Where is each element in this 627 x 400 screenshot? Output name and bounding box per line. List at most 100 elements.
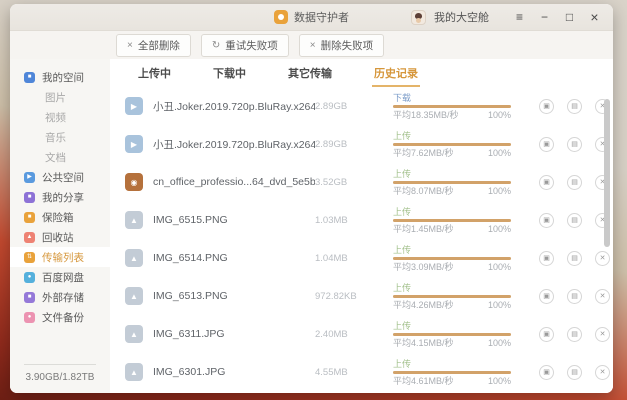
direction-label: 上传 xyxy=(393,359,511,369)
open-folder-icon[interactable]: ▣ xyxy=(539,251,554,266)
tab-3[interactable]: 历史记录 xyxy=(372,60,420,87)
scrollbar-thumb[interactable] xyxy=(604,99,610,247)
progress-bar xyxy=(393,257,511,260)
delete-record-icon[interactable]: ✕ xyxy=(595,365,610,380)
progress-percent: 100% xyxy=(488,376,511,386)
file-name: 小丑.Joker.2019.720p.BluRay.x264.AC3.mkv xyxy=(153,137,315,152)
sidebar-item-sub[interactable]: 音乐 xyxy=(10,127,110,147)
file-size: 2.89GB xyxy=(315,139,393,150)
sidebar-item-folder[interactable]: ■ 我的空间 xyxy=(10,67,110,87)
delete-record-icon[interactable]: ✕ xyxy=(595,289,610,304)
open-file-icon[interactable]: ▤ xyxy=(567,99,582,114)
direction-label: 上传 xyxy=(393,169,511,179)
row-actions: ▣ ▤ ✕ xyxy=(539,365,610,380)
sidebar-item-label: 音乐 xyxy=(45,130,66,145)
toolbar-button[interactable]: × 全部删除 xyxy=(116,34,191,57)
safe-icon: ■ xyxy=(24,212,35,223)
user-avatar[interactable] xyxy=(411,10,426,25)
open-folder-icon[interactable]: ▣ xyxy=(539,137,554,152)
progress-bar xyxy=(393,181,511,184)
transfer-row[interactable]: ▲ IMG_6513.PNG 972.82KB 上传 平均4.26MB/秒 10… xyxy=(110,277,613,315)
row-actions: ▣▤✕ xyxy=(539,99,610,114)
transfer-row[interactable]: ▶ 小丑.Joker.2019.720p.BluRay.x264.AC3.mkv… xyxy=(110,87,613,125)
sidebar-item-sub[interactable]: 图片 xyxy=(10,87,110,107)
sidebar-item-label: 外部存储 xyxy=(42,290,84,305)
file-name: 小丑.Joker.2019.720p.BluRay.x264.AC3.mkv xyxy=(153,99,315,114)
progress-bar xyxy=(393,333,511,336)
maximize-icon[interactable]: □ xyxy=(561,9,578,26)
open-folder-icon[interactable]: ▣ xyxy=(539,289,554,304)
menu-icon[interactable]: ≡ xyxy=(511,9,528,26)
sidebar-item-cloud[interactable]: ● 百度网盘 xyxy=(10,267,110,287)
folder-icon: ■ xyxy=(24,72,35,83)
open-file-icon[interactable]: ▤ xyxy=(567,175,582,190)
transfer-row[interactable]: ◉ cn_office_professio...64_dvd_5e5be643.… xyxy=(110,163,613,201)
transfer-row[interactable]: ▲ IMG_6514.PNG 1.04MB 上传 平均3.09MB/秒 100%… xyxy=(110,239,613,277)
sidebar-item-label: 保险箱 xyxy=(42,210,74,225)
sidebar-item-label: 文档 xyxy=(45,150,66,165)
tab-1[interactable]: 下载中 xyxy=(211,60,248,87)
file-size: 4.55MB xyxy=(315,367,393,378)
direction-label: 上传 xyxy=(393,131,511,141)
minimize-icon[interactable]: − xyxy=(536,9,553,26)
average-speed: 平均4.15MB/秒 xyxy=(393,338,454,348)
average-speed: 平均4.26MB/秒 xyxy=(393,300,454,310)
transfer-row[interactable]: ▶ 小丑.Joker.2019.720p.BluRay.x264.AC3.mkv… xyxy=(110,125,613,163)
sidebar-item-sub[interactable]: 视频 xyxy=(10,107,110,127)
backup-icon: ● xyxy=(24,312,35,323)
toolbar-button-icon: × xyxy=(127,40,133,51)
direction-label: 上传 xyxy=(393,245,511,255)
progress-percent: 100% xyxy=(488,338,511,348)
progress-percent: 100% xyxy=(488,148,511,158)
toolbar-button[interactable]: × 删除失败项 xyxy=(299,34,384,57)
open-file-icon[interactable]: ▤ xyxy=(567,289,582,304)
close-icon[interactable]: × xyxy=(586,9,603,26)
average-speed: 平均7.62MB/秒 xyxy=(393,148,454,158)
transfer-row[interactable]: ▲ IMG_6311.JPG 2.40MB 上传 平均4.15MB/秒 100%… xyxy=(110,315,613,353)
tab-2[interactable]: 其它传输 xyxy=(286,60,334,87)
open-file-icon[interactable]: ▤ xyxy=(567,251,582,266)
delete-record-icon[interactable]: ✕ xyxy=(595,327,610,342)
cloud-icon: ● xyxy=(24,272,35,283)
image-file-icon: ▲ xyxy=(125,363,143,381)
open-file-icon[interactable]: ▤ xyxy=(567,327,582,342)
sidebar-item-label: 公共空间 xyxy=(42,170,84,185)
sidebar-item-transfer[interactable]: ⇅ 传输列表 xyxy=(10,247,110,267)
average-speed: 平均8.07MB/秒 xyxy=(393,186,454,196)
sidebar-item-usb[interactable]: ■ 外部存储 xyxy=(10,287,110,307)
toolbar-button-icon: ↻ xyxy=(212,40,220,51)
transfer-row[interactable]: ▲ IMG_6301.JPG 4.55MB 上传 平均4.61MB/秒 100%… xyxy=(110,353,613,391)
main-panel: 上传中 下载中 其它传输 历史记录 ▶ 小丑.Joker.2019.720p.BluR… xyxy=(110,59,613,393)
user-name[interactable]: 我的大空舱 xyxy=(434,9,489,25)
toolbar-button[interactable]: ↻ 重试失败项 xyxy=(201,34,289,57)
open-file-icon[interactable]: ▤ xyxy=(567,137,582,152)
transfer-row[interactable]: ▲ IMG_6515.PNG 1.03MB 上传 平均1.45MB/秒 100%… xyxy=(110,201,613,239)
sidebar: ■ 我的空间 图片 视频 音乐 文档 ▶ 公共空间 ■ 我的分享 ■ 保险箱 ▲… xyxy=(10,59,110,393)
open-file-icon[interactable]: ▤ xyxy=(567,365,582,380)
open-folder-icon[interactable]: ▣ xyxy=(539,99,554,114)
sidebar-item-label: 百度网盘 xyxy=(42,270,84,285)
sidebar-item-safe[interactable]: ■ 保险箱 xyxy=(10,207,110,227)
progress-bar xyxy=(393,295,511,298)
open-folder-icon[interactable]: ▣ xyxy=(539,365,554,380)
sidebar-item-trash[interactable]: ▲ 回收站 xyxy=(10,227,110,247)
file-name: cn_office_professio...64_dvd_5e5be643.is… xyxy=(153,176,315,188)
transfer-status: 上传 平均4.61MB/秒 100% xyxy=(393,359,511,386)
open-folder-icon[interactable]: ▣ xyxy=(539,175,554,190)
open-folder-icon[interactable]: ▣ xyxy=(539,327,554,342)
sidebar-item-backup[interactable]: ● 文件备份 xyxy=(10,307,110,327)
tab-0[interactable]: 上传中 xyxy=(136,60,173,87)
delete-record-icon[interactable]: ✕ xyxy=(595,251,610,266)
toolbar-button-icon: × xyxy=(310,40,316,51)
storage-usage: 3.90GB/1.82TB xyxy=(22,372,98,383)
progress-bar xyxy=(393,105,511,108)
sidebar-item-paper-plane[interactable]: ▶ 公共空间 xyxy=(10,167,110,187)
open-folder-icon[interactable]: ▣ xyxy=(539,213,554,228)
direction-label: 上传 xyxy=(393,283,511,293)
sidebar-item-sub[interactable]: 文档 xyxy=(10,147,110,167)
transfer-status: 上传 平均8.07MB/秒 100% xyxy=(393,169,511,196)
open-file-icon[interactable]: ▤ xyxy=(567,213,582,228)
sidebar-item-share[interactable]: ■ 我的分享 xyxy=(10,187,110,207)
share-icon: ■ xyxy=(24,192,35,203)
transfer-status: 下载 平均18.35MB/秒 100% xyxy=(393,93,511,120)
